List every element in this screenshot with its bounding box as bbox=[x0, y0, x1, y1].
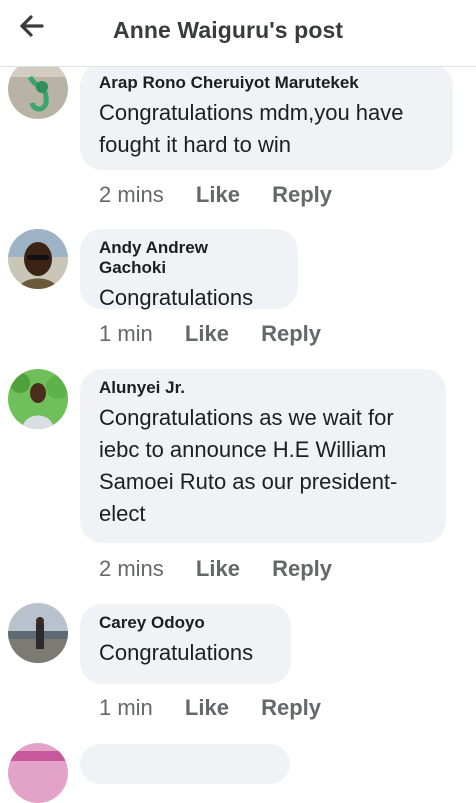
reply-button[interactable]: Reply bbox=[272, 556, 332, 582]
comment-timestamp[interactable]: 1 min bbox=[99, 321, 153, 347]
comment-timestamp[interactable]: 2 mins bbox=[99, 556, 164, 582]
like-button[interactable]: Like bbox=[196, 556, 240, 582]
page-title: Anne Waiguru's post bbox=[113, 17, 344, 43]
back-button[interactable] bbox=[14, 12, 50, 44]
comment-actions: 1 min Like Reply bbox=[99, 321, 321, 347]
avatar[interactable] bbox=[8, 603, 68, 663]
comment-bubble bbox=[80, 744, 290, 784]
comment-timestamp[interactable]: 2 mins bbox=[99, 182, 164, 208]
comment-bubble: Carey Odoyo Congratulations bbox=[80, 604, 291, 684]
comment-actions: 2 mins Like Reply bbox=[99, 556, 332, 582]
reply-button[interactable]: Reply bbox=[261, 321, 321, 347]
comment-actions: 2 mins Like Reply bbox=[99, 182, 332, 208]
comment-author[interactable]: Andy Andrew Gachoki bbox=[99, 238, 279, 278]
comment-text: Congratulations bbox=[99, 640, 254, 665]
comment-author[interactable]: Alunyei Jr. bbox=[99, 378, 427, 398]
avatar[interactable] bbox=[8, 229, 68, 289]
comment-author[interactable]: Carey Odoyo bbox=[99, 613, 272, 633]
comment-text: Congratulations mdm,you have fought it h… bbox=[99, 100, 404, 157]
comment-bubble: Arap Rono Cheruiyot Marutekek Congratula… bbox=[80, 64, 453, 170]
like-button[interactable]: Like bbox=[185, 695, 229, 721]
avatar[interactable] bbox=[8, 369, 68, 429]
like-button[interactable]: Like bbox=[185, 321, 229, 347]
avatar[interactable] bbox=[8, 743, 68, 803]
reply-button[interactable]: Reply bbox=[261, 695, 321, 721]
header: Anne Waiguru's post bbox=[0, 0, 476, 67]
comment-actions: 1 min Like Reply bbox=[99, 695, 321, 721]
comment-text: Congratulations bbox=[99, 285, 254, 310]
comment-timestamp[interactable]: 1 min bbox=[99, 695, 153, 721]
like-button[interactable]: Like bbox=[196, 182, 240, 208]
arrow-left-icon bbox=[20, 15, 44, 37]
avatar[interactable] bbox=[8, 59, 68, 119]
reply-button[interactable]: Reply bbox=[272, 182, 332, 208]
comment-author[interactable]: Arap Rono Cheruiyot Marutekek bbox=[99, 73, 434, 93]
comment-bubble: Andy Andrew Gachoki Congratulations bbox=[80, 229, 298, 310]
comment-text: Congratulations as we wait for iebc to a… bbox=[99, 405, 398, 526]
comment-bubble: Alunyei Jr. Congratulations as we wait f… bbox=[80, 369, 446, 543]
